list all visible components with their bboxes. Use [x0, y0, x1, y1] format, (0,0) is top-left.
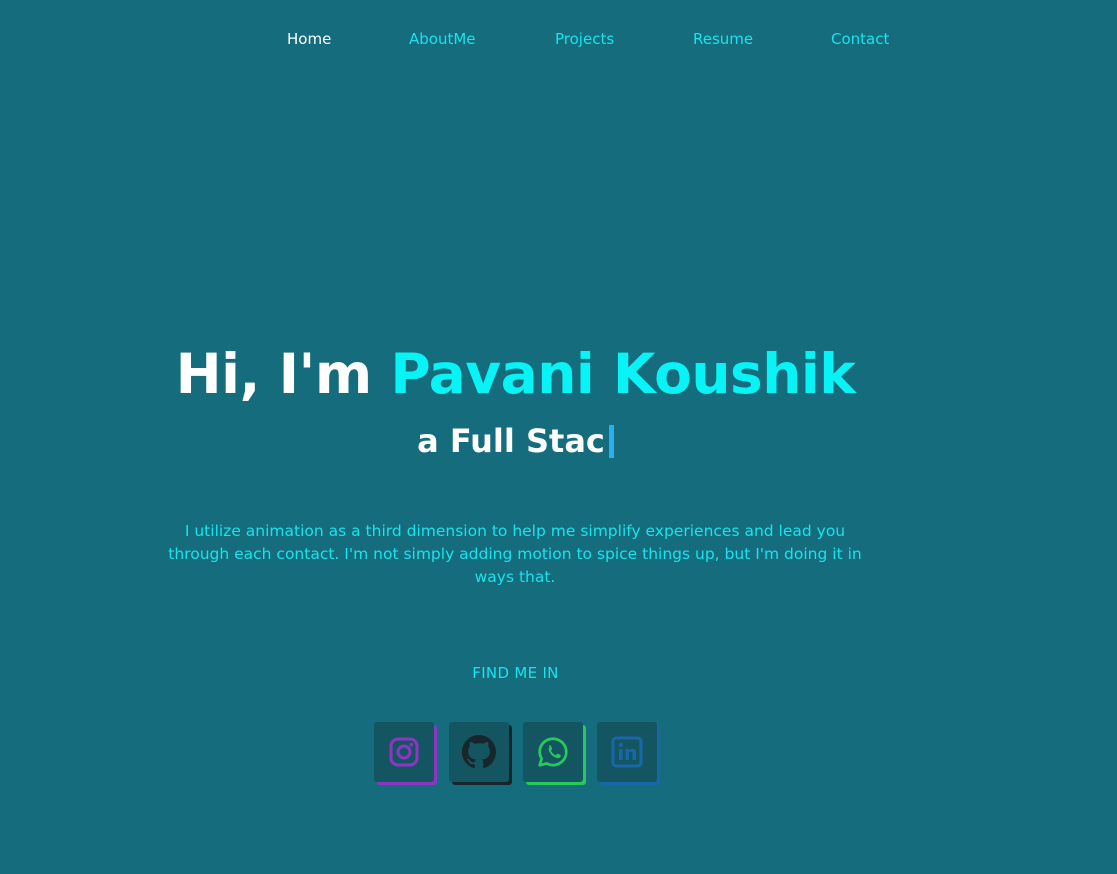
typed-text: a Full Stac [417, 422, 605, 460]
typing-cursor [608, 425, 614, 458]
instagram-icon [388, 736, 420, 768]
intro-paragraph: I utilize animation as a third dimension… [168, 522, 862, 586]
github-icon [462, 735, 496, 769]
whatsapp-button[interactable] [523, 722, 583, 782]
nav-resume-link[interactable]: Resume [693, 30, 753, 48]
nav-home-link[interactable]: Home [287, 30, 331, 48]
linkedin-icon [611, 736, 643, 768]
linkedin-button[interactable] [597, 722, 657, 782]
nav-aboutme-link[interactable]: AboutMe [409, 30, 476, 48]
top-navigation: Home AboutMe Projects Resume Contact [0, 0, 1117, 84]
hero-name: Pavani Koushik [390, 342, 856, 406]
github-button[interactable] [449, 722, 509, 782]
hero-typed-subtitle: a Full Stac [0, 422, 1031, 460]
instagram-button[interactable] [374, 722, 434, 782]
find-me-heading: FIND ME IN [472, 664, 559, 682]
nav-contact-link[interactable]: Contact [831, 30, 889, 48]
whatsapp-icon [536, 735, 570, 769]
hero-greeting: Hi, I'm [175, 342, 391, 406]
hero-heading: Hi, I'm Pavani Koushik [0, 342, 1031, 406]
nav-projects-link[interactable]: Projects [555, 30, 614, 48]
